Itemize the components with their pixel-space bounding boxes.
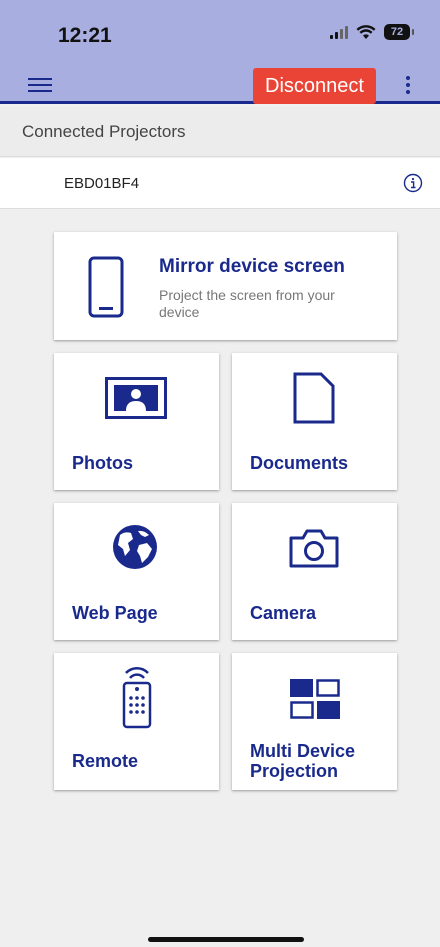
remote-tile[interactable]: Remote	[54, 653, 219, 790]
home-indicator[interactable]	[148, 937, 304, 942]
hamburger-menu-icon[interactable]	[28, 78, 52, 96]
smartphone-icon	[88, 256, 124, 318]
mirror-subtitle: Project the screen from your device	[159, 287, 335, 320]
multi-device-label: Multi Device Projection	[250, 741, 356, 781]
status-time: 12:21	[58, 24, 112, 47]
remote-label: Remote	[72, 751, 139, 771]
projector-name: EBD01BF4	[64, 175, 140, 192]
section-title: Connected Projectors	[22, 122, 186, 141]
web-page-label: Web Page	[72, 603, 158, 623]
globe-icon	[113, 525, 157, 569]
web-page-tile[interactable]: Web Page	[54, 503, 219, 640]
documents-label: Documents	[250, 453, 349, 473]
overflow-menu-icon[interactable]	[398, 76, 418, 98]
multi-screen-icon	[290, 679, 340, 719]
photos-label: Photos	[72, 453, 133, 473]
camera-tile[interactable]: Camera	[232, 503, 397, 640]
photos-tile[interactable]: Photos	[54, 353, 219, 490]
status-icons: 72	[330, 24, 414, 40]
mirror-title: Mirror device screen	[159, 256, 345, 277]
camera-label: Camera	[250, 603, 317, 623]
top-bar: 12:21 72 Disconnect	[0, 0, 440, 104]
info-icon[interactable]	[403, 173, 423, 193]
connected-projectors-header: Connected Projectors	[0, 107, 440, 157]
remote-control-icon	[122, 666, 152, 729]
document-icon	[293, 372, 335, 424]
projector-row[interactable]: EBD01BF4	[0, 158, 440, 209]
battery-icon: 72	[384, 24, 414, 40]
camera-icon	[289, 529, 339, 568]
mirror-screen-card[interactable]: Mirror device screen Project the screen …	[54, 232, 397, 340]
wifi-icon	[356, 25, 376, 39]
documents-tile[interactable]: Documents	[232, 353, 397, 490]
multi-device-tile[interactable]: Multi Device Projection	[232, 653, 397, 790]
disconnect-button[interactable]: Disconnect	[253, 68, 376, 104]
photo-icon	[105, 377, 167, 419]
signal-icon	[330, 25, 348, 39]
